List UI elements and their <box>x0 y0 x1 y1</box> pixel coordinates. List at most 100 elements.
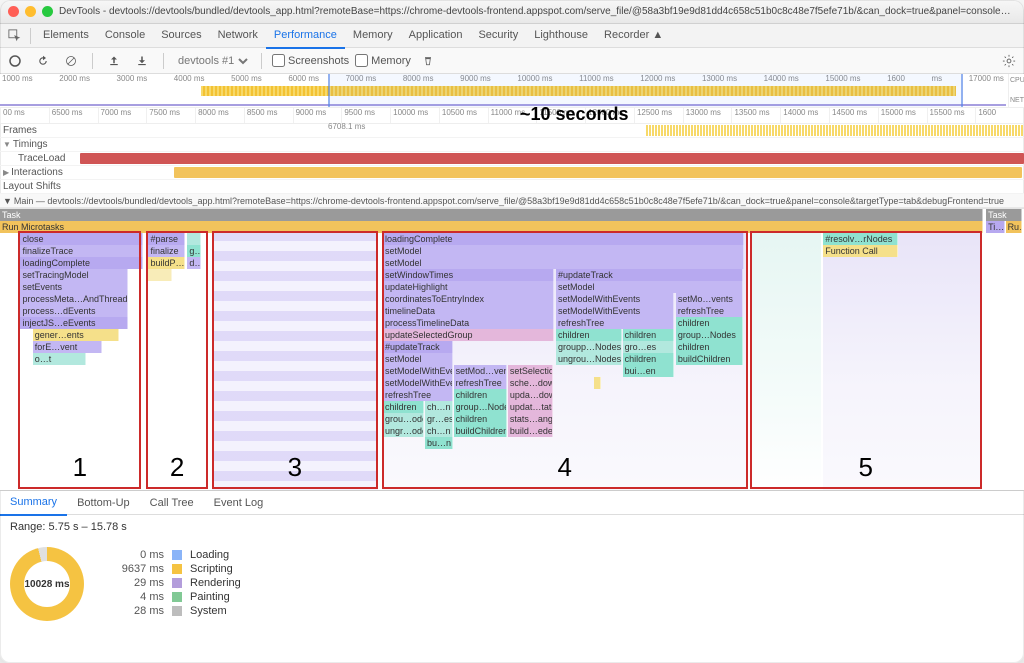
chevron-right-icon[interactable]: ▶ <box>3 168 9 177</box>
details-tab-strip: SummaryBottom-UpCall TreeEvent Log <box>0 491 1024 515</box>
download-icon[interactable] <box>131 50 153 72</box>
inspect-icon[interactable] <box>4 25 26 47</box>
frames-band <box>646 125 1023 136</box>
flame-cell[interactable]: children <box>676 341 744 353</box>
legend-swatch-script <box>172 564 182 574</box>
flame-cell[interactable]: gro…es <box>623 341 674 353</box>
timeline-ruler[interactable]: 00 ms6500 ms7000 ms7500 ms8000 ms8500 ms… <box>0 108 1024 124</box>
flame-chart[interactable]: Task Task Run Microtasks Ti…ed Ru…ks clo… <box>0 209 1024 491</box>
close-icon[interactable] <box>8 6 19 17</box>
overview-track[interactable]: 1000 ms2000 ms3000 ms4000 ms5000 ms6000 … <box>0 74 1024 108</box>
minimize-icon[interactable] <box>25 6 36 17</box>
devtools-window: DevTools - devtools://devtools/bundled/d… <box>0 0 1024 663</box>
flame-cell[interactable]: stats…ange <box>508 413 553 425</box>
flame-cell[interactable]: ungrou…Nodes <box>556 353 622 365</box>
legend-row-load: 0 msLoading <box>114 549 241 561</box>
flame-cell[interactable]: children <box>623 329 674 341</box>
upload-icon[interactable] <box>103 50 125 72</box>
panel-tab-memory[interactable]: Memory <box>345 23 401 49</box>
summary-donut: 10028 ms <box>10 547 84 621</box>
screenshots-checkbox[interactable]: Screenshots <box>272 54 349 67</box>
flame-cell[interactable]: setModel <box>383 257 744 269</box>
memory-checkbox[interactable]: Memory <box>355 54 411 67</box>
flame-task[interactable]: Task <box>0 209 983 221</box>
overview-selection[interactable] <box>328 74 963 107</box>
flame-cell[interactable]: gr…es <box>425 413 453 425</box>
flame-cell[interactable]: children <box>676 317 744 329</box>
window-controls[interactable] <box>8 6 53 17</box>
flame-cell[interactable]: buildChildren <box>454 425 507 437</box>
track-layout-shifts[interactable]: Layout Shifts <box>0 180 1024 194</box>
panel-tab-performance[interactable]: Performance <box>266 23 345 49</box>
flame-cell[interactable]: children <box>454 389 507 401</box>
legend-swatch-load <box>172 550 182 560</box>
flame-cell[interactable]: children <box>556 329 622 341</box>
track-traceload[interactable]: TraceLoad <box>0 152 1024 166</box>
details-tab-call-tree[interactable]: Call Tree <box>140 491 204 515</box>
summary-panel: 10028 ms 0 msLoading 9637 msScripting 29 m… <box>0 539 1024 629</box>
window-titlebar: DevTools - devtools://devtools/bundled/d… <box>0 0 1024 24</box>
flame-cell[interactable]: buildChildren <box>676 353 744 365</box>
panel-tab-strip: ElementsConsoleSourcesNetworkPerformance… <box>0 24 1024 48</box>
clear-icon[interactable] <box>60 50 82 72</box>
summary-legend: 0 msLoading 9637 msScripting 29 msRenderin… <box>114 547 241 619</box>
flame-cell[interactable]: updat…tats <box>508 401 553 413</box>
flame-cell[interactable]: setModelWithEvents <box>556 305 674 317</box>
flame-cell[interactable]: Function Call <box>823 245 898 257</box>
flame-cell[interactable]: upda…dow <box>508 389 553 401</box>
chevron-down-icon[interactable]: ▼ <box>3 140 11 149</box>
flame-cell[interactable]: bui…en <box>623 365 674 377</box>
track-interactions[interactable]: ▶Interactions <box>0 166 1024 180</box>
reload-record-icon[interactable] <box>32 50 54 72</box>
record-icon[interactable] <box>4 50 26 72</box>
collect-garbage-icon[interactable] <box>417 50 439 72</box>
details-tab-bottom-up[interactable]: Bottom-Up <box>67 491 140 515</box>
flame-cell[interactable]: ch…n <box>425 425 453 437</box>
panel-tab-elements[interactable]: Elements <box>35 23 97 49</box>
flame-cell[interactable]: setModelWithEvents <box>556 293 674 305</box>
track-frames[interactable]: Frames <box>0 124 1024 138</box>
flame-cell[interactable]: setModel <box>556 281 743 293</box>
legend-row-script: 9637 msScripting <box>114 563 241 575</box>
legend-row-render: 29 msRendering <box>114 577 241 589</box>
settings-gear-icon[interactable] <box>998 50 1020 72</box>
details-tab-event-log[interactable]: Event Log <box>204 491 274 515</box>
flame-cell[interactable]: #updateTrack <box>556 269 743 281</box>
flame-cell[interactable]: Ru…ks <box>1006 221 1022 233</box>
track-timings[interactable]: ▼Timings <box>0 138 1024 152</box>
fullscreen-icon[interactable] <box>42 6 53 17</box>
panel-tab-recorder-[interactable]: Recorder ▲ <box>596 23 671 49</box>
interactions-bar[interactable] <box>174 167 1022 178</box>
legend-swatch-render <box>172 578 182 588</box>
flame-cell[interactable]: groupp…Nodes <box>556 341 622 353</box>
panel-tab-application[interactable]: Application <box>401 23 471 49</box>
panel-tab-sources[interactable]: Sources <box>153 23 209 49</box>
panel-tab-network[interactable]: Network <box>210 23 266 49</box>
flame-cell[interactable]: refreshTree <box>556 317 674 329</box>
flame-cell[interactable]: #resolv…rNodes <box>823 233 898 245</box>
panel-tab-lighthouse[interactable]: Lighthouse <box>526 23 596 49</box>
flame-cell[interactable]: children <box>454 413 507 425</box>
flame-cell[interactable]: bu…n <box>425 437 453 449</box>
overview-cpu-label: CPU <box>1010 77 1024 84</box>
panel-tab-security[interactable]: Security <box>470 23 526 49</box>
tracks-area: Frames ▼Timings TraceLoad ▶Interactions … <box>0 124 1024 209</box>
flame-cell[interactable]: ch…n <box>425 401 453 413</box>
flame-cell[interactable]: refreshTree <box>676 305 744 317</box>
flame-cell[interactable] <box>594 377 601 389</box>
track-main-header[interactable]: ▼ Main — devtools://devtools/bundled/dev… <box>0 194 1024 208</box>
traceload-bar[interactable] <box>80 153 1024 164</box>
flame-task-right[interactable]: Task <box>986 209 1022 221</box>
panel-tab-console[interactable]: Console <box>97 23 153 49</box>
session-select[interactable]: devtools #1 <box>174 54 251 68</box>
flame-cell[interactable]: Ti…ed <box>986 221 1004 233</box>
flame-cell[interactable]: build…eded <box>508 425 553 437</box>
chevron-down-icon[interactable]: ▼ <box>3 196 12 206</box>
flame-cell[interactable]: children <box>623 353 674 365</box>
details-tab-summary[interactable]: Summary <box>0 490 67 516</box>
flame-cell[interactable]: setMo…vents <box>676 293 744 305</box>
flame-cell[interactable]: group…Nodes <box>454 401 507 413</box>
legend-row-paint: 4 msPainting <box>114 591 241 603</box>
performance-toolbar: devtools #1 Screenshots Memory <box>0 48 1024 74</box>
flame-cell[interactable]: group…Nodes <box>676 329 744 341</box>
